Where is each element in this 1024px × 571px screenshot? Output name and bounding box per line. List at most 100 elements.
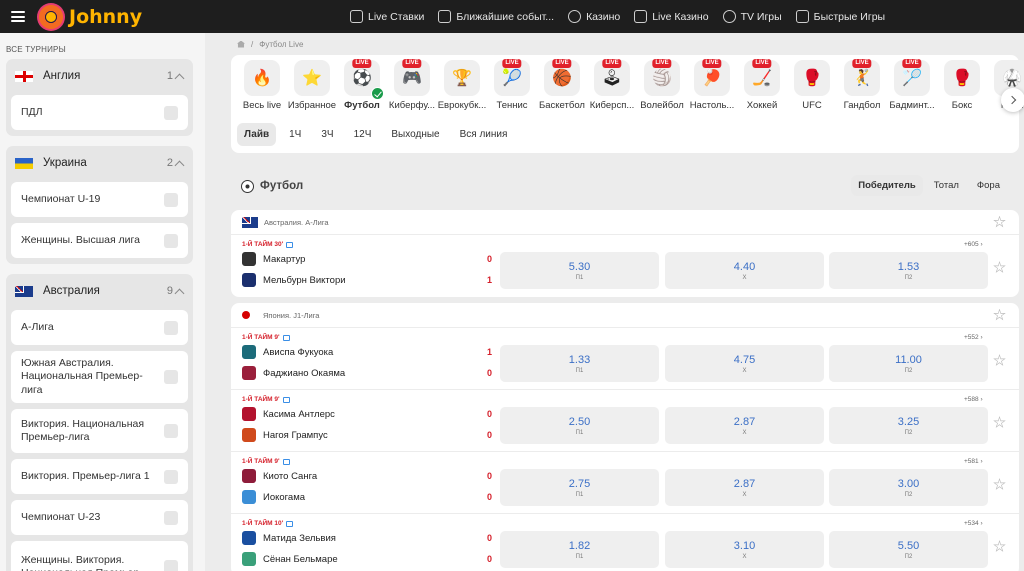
odds-button[interactable]: 2.87 X [665, 469, 824, 506]
more-markets-link[interactable]: +581 › [964, 458, 983, 465]
live-stream-icon[interactable] [286, 520, 294, 527]
favorite-star-icon[interactable] [993, 215, 1006, 228]
logo[interactable]: Johnny [37, 2, 142, 31]
league-checkbox[interactable] [164, 560, 178, 571]
live-stream-icon[interactable] [286, 241, 294, 248]
league-checkbox[interactable] [164, 469, 178, 484]
team-away[interactable]: Нагоя Грампус [242, 428, 328, 442]
sport-tab[interactable]: 🏒 LIVE Хоккей [737, 59, 787, 115]
team-home[interactable]: Матида Зельвия [242, 531, 336, 545]
period-tab[interactable]: Вся линия [453, 123, 515, 146]
odds-button[interactable]: 11.00 П2 [829, 345, 988, 382]
odds-button[interactable]: 1.33 П1 [500, 345, 659, 382]
favorite-star-icon[interactable] [993, 478, 1006, 490]
sport-tab[interactable]: 🎾 LIVE Теннис [487, 59, 537, 115]
tournament-group-header[interactable]: Австралия 9 [11, 278, 188, 304]
odds-button[interactable]: 2.87 X [665, 407, 824, 444]
sport-tab[interactable]: 🎮 LIVE Киберфу... [387, 59, 437, 115]
league-checkbox[interactable] [164, 233, 178, 248]
odds-button[interactable]: 1.82 П1 [500, 531, 659, 568]
odds-button[interactable]: 1.53 П2 [829, 252, 988, 289]
sport-tab[interactable]: 🤾 LIVE Гандбол [837, 59, 887, 115]
more-markets-link[interactable]: +605 › [964, 241, 983, 248]
tournament-group-header[interactable]: Англия 1 [11, 63, 188, 89]
period-tab[interactable]: 1Ч [282, 123, 308, 146]
nav-item[interactable]: TV Игры [722, 10, 782, 23]
favorite-star-icon[interactable] [993, 308, 1006, 321]
nav-item[interactable]: Ближайшие событ... [438, 10, 554, 23]
sport-tab[interactable]: 🥊 Бокс [937, 60, 987, 115]
favorite-star-icon[interactable] [993, 416, 1006, 428]
team-away[interactable]: Фаджиано Окаяма [242, 366, 345, 380]
chevron-up-icon[interactable] [174, 160, 185, 170]
league-checkbox[interactable] [164, 192, 178, 207]
nav-item[interactable]: Быстрые Игры [795, 10, 885, 23]
live-stream-icon[interactable] [282, 334, 290, 341]
sidebar-league-item[interactable]: Чемпионат U-23 [11, 500, 188, 535]
live-stream-icon[interactable] [282, 458, 290, 465]
sidebar-league-item[interactable]: Женщины. Виктория. Национальная Премьер- [11, 541, 188, 571]
league-checkbox[interactable] [164, 370, 178, 384]
sport-tab[interactable]: 🕹 LIVE Киберсп... [587, 59, 637, 115]
nav-item[interactable]: Казино [568, 10, 620, 23]
sport-tab[interactable]: 🏆 Еврокубк... [437, 60, 487, 115]
league-checkbox[interactable] [164, 424, 178, 438]
odds-button[interactable]: 2.75 П1 [500, 469, 659, 506]
chevron-up-icon[interactable] [174, 288, 185, 298]
team-home[interactable]: Киото Санга [242, 469, 317, 483]
odds-button[interactable]: 5.50 П2 [829, 531, 988, 568]
sport-tab[interactable]: ⭐ Избранное [287, 60, 337, 115]
team-away[interactable]: Иокогама [242, 490, 305, 504]
league-checkbox[interactable] [164, 320, 178, 335]
sidebar-league-item[interactable]: Южная Австралия. Национальная Премьер-ли… [11, 351, 188, 403]
favorite-star-icon[interactable] [993, 354, 1006, 366]
odds-button[interactable]: 3.25 П2 [829, 407, 988, 444]
period-tab[interactable]: 12Ч [347, 123, 379, 146]
menu-icon[interactable] [11, 11, 25, 22]
carousel-next-button[interactable] [1001, 88, 1024, 112]
sidebar-league-item[interactable]: Чемпионат U-19 [11, 182, 188, 217]
team-away[interactable]: Мельбурн Виктори [242, 273, 346, 287]
odds-button[interactable]: 3.10 X [665, 531, 824, 568]
sidebar-league-item[interactable]: Женщины. Высшая лига [11, 223, 188, 258]
favorite-star-icon[interactable] [993, 540, 1006, 552]
sidebar-league-item[interactable]: Виктория. Премьер-лига 1 [11, 459, 188, 494]
sport-tab[interactable]: 🏸 LIVE Бадминт... [887, 59, 937, 115]
sport-tab[interactable]: 🔥 Весь live [237, 60, 287, 115]
more-markets-link[interactable]: +552 › [964, 334, 983, 341]
sidebar-league-item[interactable]: ПДЛ [11, 95, 188, 130]
nav-item[interactable]: Live Ставки [350, 10, 424, 23]
league-checkbox[interactable] [164, 105, 178, 120]
sidebar-league-item[interactable]: А-Лига [11, 310, 188, 345]
sport-tab[interactable]: 🏓 LIVE Настоль... [687, 59, 737, 115]
sport-tab[interactable]: 🏐 LIVE Волейбол [637, 59, 687, 115]
market-type-tab[interactable]: Победитель [851, 175, 923, 196]
favorite-star-icon[interactable] [993, 261, 1006, 273]
sport-tab[interactable]: 🥊 UFC [787, 60, 837, 115]
team-home[interactable]: Касима Антлерс [242, 407, 335, 421]
more-markets-link[interactable]: +588 › [964, 396, 983, 403]
market-type-tab[interactable]: Тотал [927, 175, 966, 196]
chevron-up-icon[interactable] [174, 73, 185, 83]
sport-tab[interactable]: 🏀 LIVE Баскетбол [537, 59, 587, 115]
more-markets-link[interactable]: +534 › [964, 520, 983, 527]
odds-button[interactable]: 3.00 П2 [829, 469, 988, 506]
market-type-tab[interactable]: Фора [970, 175, 1007, 196]
sport-tab[interactable]: ⚽ LIVE Футбол [337, 59, 387, 115]
odds-button[interactable]: 4.40 X [665, 252, 824, 289]
home-icon[interactable] [237, 40, 245, 48]
tournament-group-header[interactable]: Украина 2 [11, 150, 188, 176]
period-tab[interactable]: Лайв [237, 122, 277, 146]
period-tab[interactable]: 3Ч [314, 123, 340, 146]
period-tab[interactable]: Выходные [384, 123, 446, 146]
odds-button[interactable]: 2.50 П1 [500, 407, 659, 444]
team-home[interactable]: Макартур [242, 252, 305, 266]
nav-item[interactable]: Live Казино [634, 10, 709, 23]
live-stream-icon[interactable] [282, 396, 290, 403]
league-checkbox[interactable] [164, 510, 178, 525]
team-away[interactable]: Сёнан Бельмаре [242, 552, 338, 566]
sidebar-league-item[interactable]: Виктория. Национальная Премьер-лига [11, 409, 188, 453]
odds-button[interactable]: 4.75 X [665, 345, 824, 382]
team-home[interactable]: Ависпа Фукуока [242, 345, 333, 359]
odds-button[interactable]: 5.30 П1 [500, 252, 659, 289]
